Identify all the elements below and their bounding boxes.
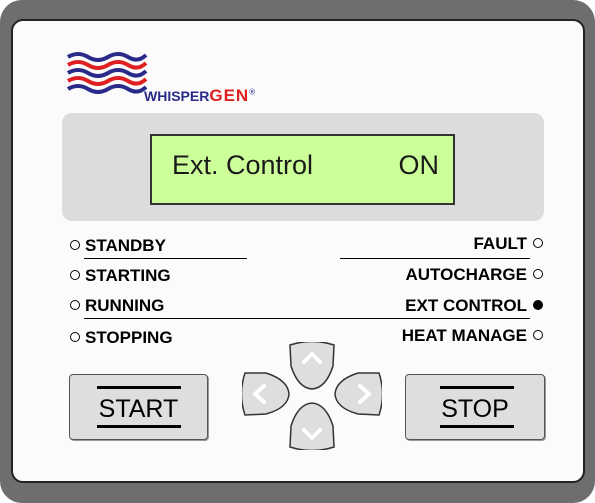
autocharge-led-icon [533, 268, 543, 279]
brand-name-part1: WHISPER [144, 88, 210, 104]
indicator-label: AUTOCHARGE [405, 265, 527, 284]
nav-left-button[interactable] [242, 368, 292, 420]
divider [84, 258, 247, 259]
button-bar [97, 386, 181, 389]
standby-led-icon [70, 239, 80, 250]
indicator-label: EXT CONTROL [405, 296, 527, 315]
stopping-led-icon [70, 331, 80, 342]
indicator-label: STOPPING [85, 328, 173, 347]
lcd-display: Ext. Control ON [150, 134, 455, 205]
stop-button[interactable]: STOP [405, 374, 545, 440]
brand-wordmark: WHISPERGEN® [144, 86, 255, 106]
ext-control-led-icon [533, 299, 543, 310]
heat-manage-led-icon [533, 329, 543, 340]
brand-registered-mark: ® [249, 87, 256, 97]
indicator-fault: FAULT [473, 234, 543, 254]
logo-waves-icon [66, 52, 148, 94]
start-button[interactable]: START [69, 374, 208, 440]
nav-right-button[interactable] [332, 368, 382, 420]
nav-down-button[interactable] [286, 400, 338, 450]
nav-up-button[interactable] [286, 342, 338, 392]
divider [84, 318, 530, 319]
start-button-label: START [98, 395, 179, 423]
button-bar [440, 386, 514, 389]
indicator-standby: STANDBY [70, 236, 166, 256]
indicator-label: FAULT [473, 234, 527, 253]
indicator-autocharge: AUTOCHARGE [405, 265, 543, 285]
divider [340, 258, 530, 259]
fault-led-icon [533, 237, 543, 248]
indicator-ext-control: EXT CONTROL [405, 296, 543, 316]
brand-name-part2: GEN [209, 86, 250, 105]
lcd-mode-text: Ext. Control [172, 150, 314, 180]
indicator-label: STANDBY [85, 236, 166, 255]
button-bar [440, 425, 514, 428]
indicator-label: RUNNING [85, 296, 165, 315]
indicator-label: HEAT MANAGE [401, 326, 527, 345]
button-bar [97, 425, 181, 428]
starting-led-icon [70, 269, 80, 280]
indicator-label: STARTING [85, 266, 171, 285]
indicator-stopping: STOPPING [70, 328, 173, 348]
lcd-state-text: ON [398, 150, 440, 180]
indicator-running: RUNNING [70, 296, 164, 316]
stop-button-label: STOP [441, 395, 509, 423]
indicator-starting: STARTING [70, 266, 171, 286]
running-led-icon [70, 299, 80, 310]
indicator-heat-manage: HEAT MANAGE [402, 326, 543, 346]
